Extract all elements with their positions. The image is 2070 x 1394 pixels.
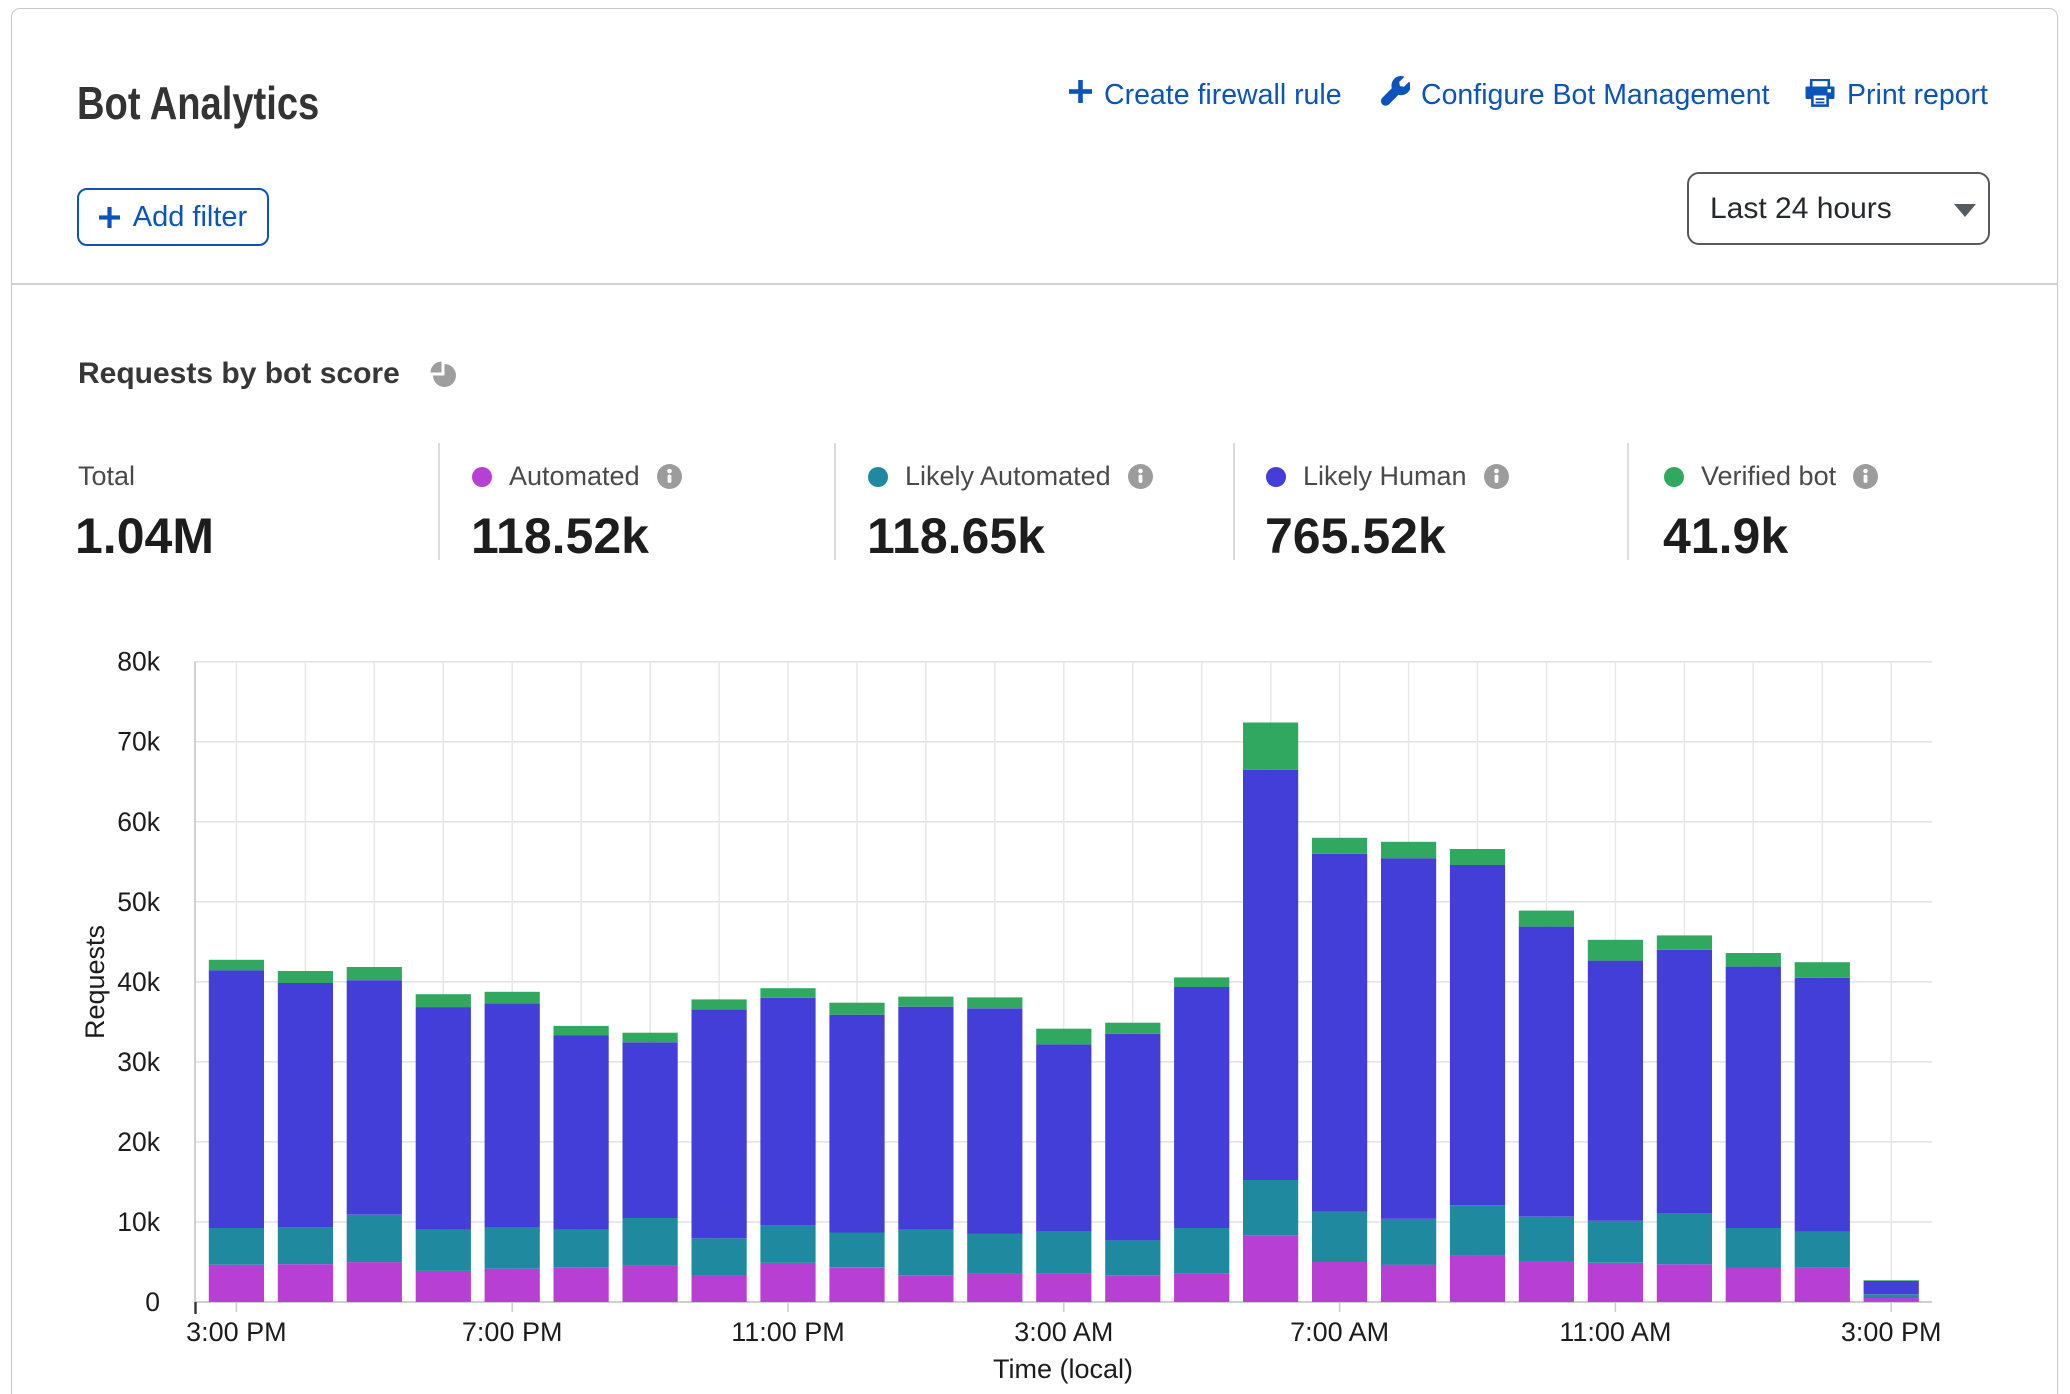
svg-text:50k: 50k bbox=[117, 887, 160, 917]
svg-text:70k: 70k bbox=[117, 727, 160, 757]
svg-text:11:00 PM: 11:00 PM bbox=[731, 1317, 845, 1347]
svg-text:60k: 60k bbox=[117, 807, 160, 837]
svg-text:80k: 80k bbox=[117, 647, 160, 677]
svg-text:0: 0 bbox=[145, 1287, 160, 1317]
svg-text:3:00 PM: 3:00 PM bbox=[1841, 1317, 1942, 1347]
svg-text:10k: 10k bbox=[117, 1207, 160, 1237]
svg-text:20k: 20k bbox=[117, 1127, 160, 1157]
svg-text:7:00 PM: 7:00 PM bbox=[462, 1317, 563, 1347]
svg-text:Requests: Requests bbox=[80, 925, 110, 1039]
svg-text:3:00 PM: 3:00 PM bbox=[186, 1317, 287, 1347]
svg-text:30k: 30k bbox=[117, 1047, 160, 1077]
svg-text:3:00 AM: 3:00 AM bbox=[1014, 1317, 1113, 1347]
svg-text:7:00 AM: 7:00 AM bbox=[1290, 1317, 1389, 1347]
svg-text:40k: 40k bbox=[117, 967, 160, 997]
svg-text:Time (local): Time (local) bbox=[993, 1354, 1133, 1384]
svg-text:11:00 AM: 11:00 AM bbox=[1559, 1317, 1671, 1347]
